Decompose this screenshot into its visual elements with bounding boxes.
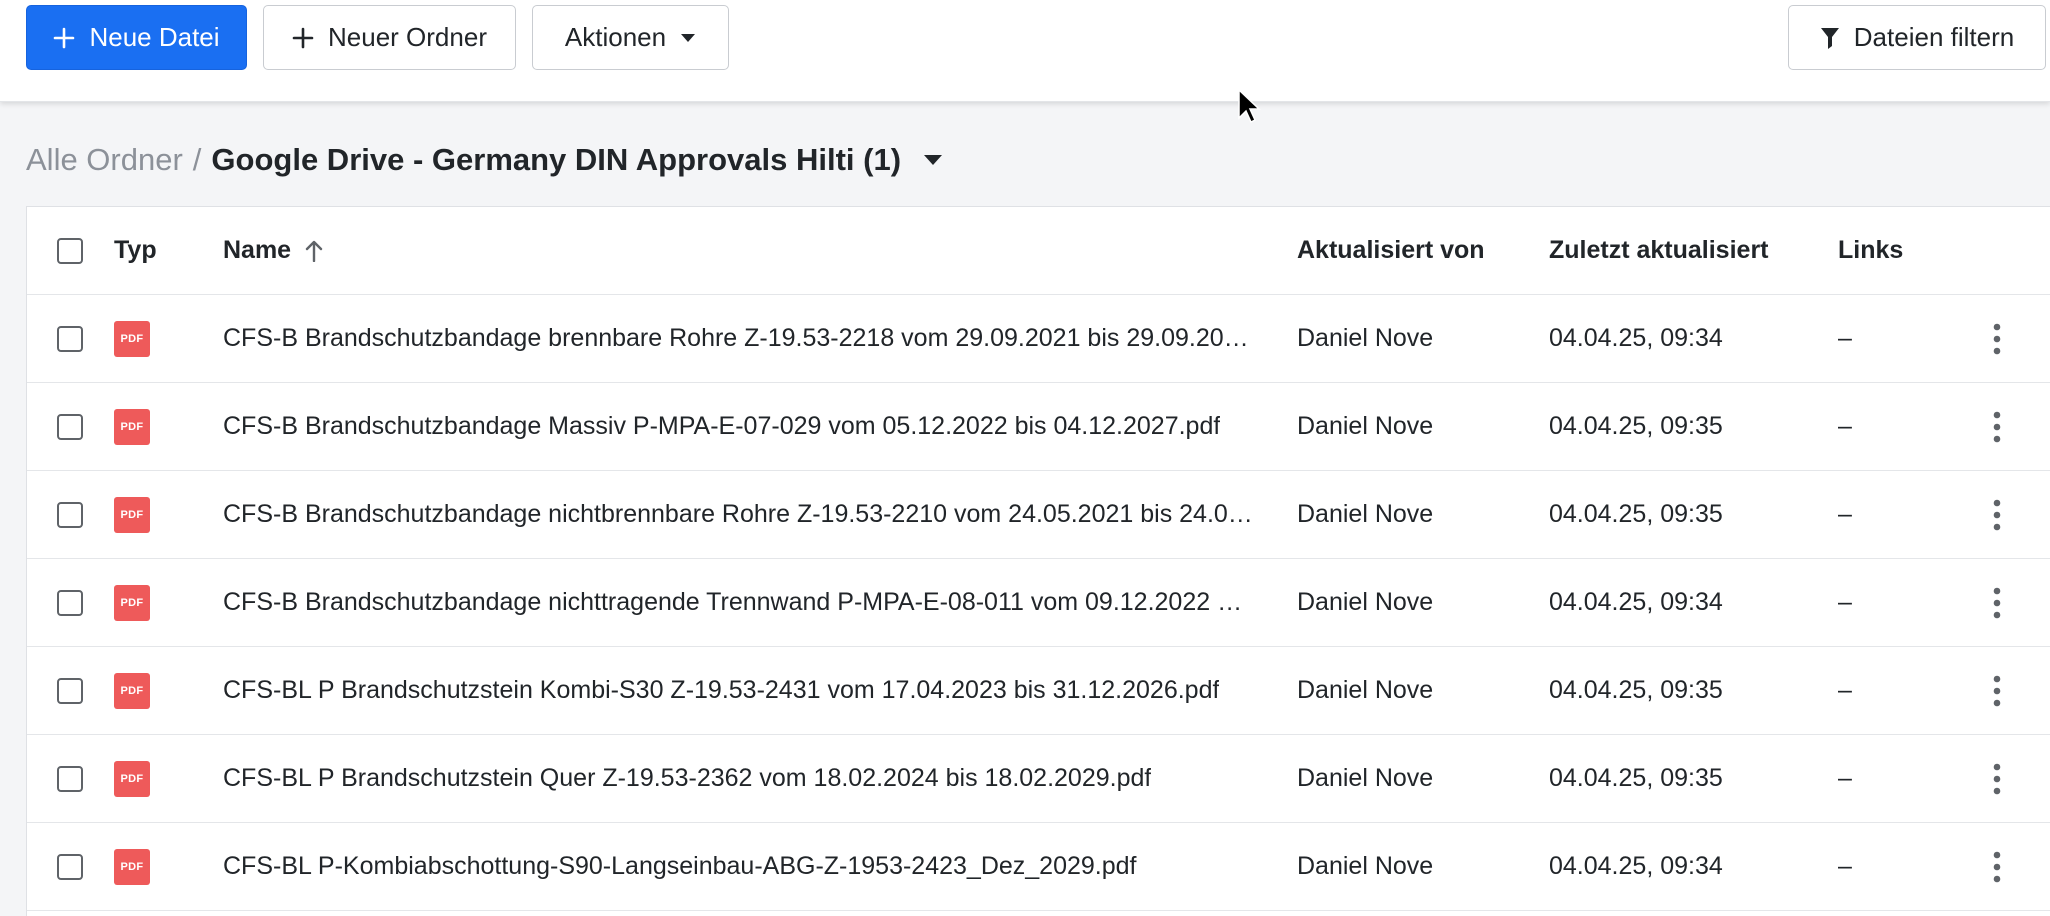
breadcrumb-current-folder: Google Drive - Germany DIN Approvals Hil… xyxy=(211,142,902,177)
new-folder-label: Neuer Ordner xyxy=(328,22,487,52)
row-checkbox[interactable] xyxy=(57,677,83,704)
links-value: – xyxy=(1838,852,1852,880)
plus-icon xyxy=(292,27,314,49)
pdf-file-icon: PDF xyxy=(114,320,150,357)
filter-icon xyxy=(1820,26,1840,50)
file-name-link[interactable]: CFS-B Brandschutzbandage brennbare Rohre… xyxy=(223,324,1249,353)
header-type: Typ xyxy=(114,236,157,264)
updated-by: Daniel Nove xyxy=(1297,852,1434,880)
header-name[interactable]: Name xyxy=(223,207,1291,294)
row-checkbox[interactable] xyxy=(57,501,83,528)
pdf-file-icon: PDF xyxy=(114,408,150,445)
breadcrumb-separator: / xyxy=(192,142,202,177)
breadcrumb: Alle Ordner / Google Drive - Germany DIN… xyxy=(26,140,943,180)
updated-by: Daniel Nove xyxy=(1297,324,1434,352)
table-row[interactable]: PDF CFS-BL P Brandschutzstein Kombi-S30 Z… xyxy=(27,647,2050,735)
table-row[interactable]: PDF CFS-B Brandschutzbandage nichtbrennba… xyxy=(27,471,2050,559)
table-row[interactable]: PDF CFS-B Brandschutzbandage brennbare Ro… xyxy=(27,295,2050,383)
last-updated: 04.04.25, 09:34 xyxy=(1549,324,1723,352)
pdf-file-icon: PDF xyxy=(114,760,150,797)
mouse-cursor-icon xyxy=(1237,88,1261,129)
updated-by: Daniel Nove xyxy=(1297,676,1434,704)
table-row[interactable]: PDF CFS-B Brandschutzbandage nichttragend… xyxy=(27,559,2050,647)
row-checkbox[interactable] xyxy=(57,413,83,440)
file-name-link[interactable]: CFS-BL P Brandschutzstein Quer Z-19.53-2… xyxy=(223,764,1151,793)
pdf-file-icon: PDF xyxy=(114,496,150,533)
links-value: – xyxy=(1838,324,1852,352)
new-folder-button[interactable]: Neuer Ordner xyxy=(263,5,516,70)
updated-by: Daniel Nove xyxy=(1297,412,1434,440)
folder-caret-down-icon[interactable] xyxy=(923,154,943,166)
header-last-updated: Zuletzt aktualisiert xyxy=(1549,236,1769,264)
last-updated: 04.04.25, 09:35 xyxy=(1549,764,1723,792)
updated-by: Daniel Nove xyxy=(1297,764,1434,792)
pdf-file-icon: PDF xyxy=(114,584,150,621)
table-row[interactable]: PDF CFS-BL P-Kombiabschottung-S90-Langsei… xyxy=(27,823,2050,911)
file-name-link[interactable]: CFS-BL P-Kombiabschottung-S90-Langseinba… xyxy=(223,852,1137,881)
breadcrumb-root-link[interactable]: Alle Ordner xyxy=(26,142,183,178)
filter-files-button[interactable]: Dateien filtern xyxy=(1788,5,2046,70)
header-updated-by: Aktualisiert von xyxy=(1297,236,1485,264)
header-links: Links xyxy=(1838,236,1904,264)
row-checkbox[interactable] xyxy=(57,589,83,616)
pdf-file-icon: PDF xyxy=(114,672,150,709)
arrow-up-icon xyxy=(305,240,323,262)
row-checkbox[interactable] xyxy=(57,853,83,880)
more-vertical-icon[interactable] xyxy=(1977,295,2017,382)
file-name-link[interactable]: CFS-B Brandschutzbandage nichttragende T… xyxy=(223,588,1242,617)
new-file-label: Neue Datei xyxy=(89,22,220,52)
header-name-label: Name xyxy=(223,236,292,264)
file-name-link[interactable]: CFS-BL P Brandschutzstein Kombi-S30 Z-19… xyxy=(223,676,1219,705)
more-vertical-icon[interactable] xyxy=(1977,823,2017,910)
links-value: – xyxy=(1838,500,1852,528)
row-checkbox[interactable] xyxy=(57,325,83,352)
last-updated: 04.04.25, 09:35 xyxy=(1549,500,1723,528)
table-header-row: Typ Name Aktualisiert von Zuletzt aktual… xyxy=(27,207,2050,295)
actions-label: Aktionen xyxy=(564,22,667,52)
more-vertical-icon[interactable] xyxy=(1977,471,2017,558)
filter-files-label: Dateien filtern xyxy=(1853,22,2015,52)
updated-by: Daniel Nove xyxy=(1297,588,1434,616)
file-name-link[interactable]: CFS-B Brandschutzbandage nichtbrennbare … xyxy=(223,500,1253,529)
row-checkbox[interactable] xyxy=(57,765,83,792)
caret-down-icon xyxy=(680,33,696,43)
toolbar: Neue Datei Neuer Ordner Aktionen Dateien… xyxy=(0,0,2050,102)
select-all-checkbox[interactable] xyxy=(57,237,83,264)
last-updated: 04.04.25, 09:35 xyxy=(1549,676,1723,704)
pdf-file-icon: PDF xyxy=(114,848,150,885)
new-file-button[interactable]: Neue Datei xyxy=(26,5,247,70)
file-table: Typ Name Aktualisiert von Zuletzt aktual… xyxy=(26,206,2050,916)
table-row[interactable]: PDF CFS-BL P Brandschutzstein Quer Z-19.5… xyxy=(27,735,2050,823)
table-row[interactable]: PDF CFS-B Brandschutzbandage Massiv P-MPA… xyxy=(27,383,2050,471)
links-value: – xyxy=(1838,764,1852,792)
more-vertical-icon[interactable] xyxy=(1977,559,2017,646)
plus-icon xyxy=(53,27,75,49)
last-updated: 04.04.25, 09:34 xyxy=(1549,588,1723,616)
links-value: – xyxy=(1838,588,1852,616)
more-vertical-icon[interactable] xyxy=(1977,647,2017,734)
last-updated: 04.04.25, 09:34 xyxy=(1549,852,1723,880)
file-name-link[interactable]: CFS-B Brandschutzbandage Massiv P-MPA-E-… xyxy=(223,412,1220,441)
more-vertical-icon[interactable] xyxy=(1977,383,2017,470)
links-value: – xyxy=(1838,412,1852,440)
updated-by: Daniel Nove xyxy=(1297,500,1434,528)
last-updated: 04.04.25, 09:35 xyxy=(1549,412,1723,440)
more-vertical-icon[interactable] xyxy=(1977,735,2017,822)
actions-dropdown-button[interactable]: Aktionen xyxy=(532,5,729,70)
links-value: – xyxy=(1838,676,1852,704)
